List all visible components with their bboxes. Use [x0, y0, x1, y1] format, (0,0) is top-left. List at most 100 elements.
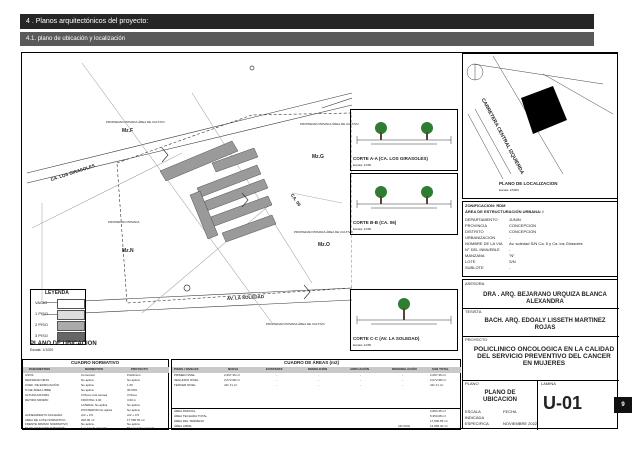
legend-title: LEYENDA: [45, 290, 69, 296]
total-label: ÁREA LIBRE: [174, 424, 192, 428]
section-header: 4 . Planos arquitectónicos del proyecto:: [20, 14, 594, 29]
table-cell: -: [318, 383, 319, 387]
zoning-key: DEPARTAMENTO: [465, 217, 498, 222]
table-cell: LATERAL No aplica: [81, 403, 108, 407]
property-note: PROPIEDAD PRIVADA ÁREA DE CULTIVO: [106, 120, 165, 124]
table-header: REMODELACIÓN: [392, 367, 417, 371]
property-note: PROPIEDAD PRIVADA ÁREA DE CULTIVO: [294, 230, 353, 234]
zoning-value: S/N: [509, 259, 516, 264]
table-cell: FRONTAL 3.00: [81, 398, 102, 402]
legend-item: 3 PISO: [35, 333, 48, 338]
legend-swatch-2piso: [57, 321, 85, 331]
zoning-value: JUNIN: [509, 217, 521, 222]
table-cell: 1.60: [127, 383, 133, 387]
table-cell: DENSIDAD NETA: [25, 378, 50, 382]
table-cell: -: [276, 383, 277, 387]
total-value: 5,350.08 m²: [430, 414, 447, 418]
table-cell: -: [402, 373, 403, 377]
cuadro-normativo-title: CUADRO NORMATIVO: [71, 360, 120, 365]
table-cell: Policlínico: [127, 373, 141, 377]
cuadro-normativo: CUADRO NORMATIVO PARAMETROS NORMATIVO PR…: [22, 359, 169, 430]
location-plan-drawing: [466, 55, 614, 180]
escala-label: ESCALA: [465, 409, 481, 414]
table-cell: 1 por cada vivienda: [81, 426, 108, 430]
zoning-value: -: [509, 247, 511, 252]
property-note: PROPIEDAD PRIVADA: [108, 220, 140, 224]
table-cell: 411.71 m²: [224, 383, 238, 387]
table-header: PISOS / NIVELES: [174, 367, 199, 371]
legend: LEYENDA VACIO 1 PISO 2 PISO 3 PISO: [30, 289, 86, 345]
zoning-value: Av. soledad S/N Ca. 5 y Ca. los Girasole…: [509, 241, 583, 246]
location-scale: Escala: 1/5000: [499, 188, 519, 192]
table-header: NUEVA: [228, 367, 239, 371]
table-cell: N° DE ESTACIONAMIENTOS: [25, 426, 65, 430]
proyecto-name: POLICLINICO ONCOLOGICA EN LA CALIDAD DEL…: [473, 346, 615, 368]
fecha-label: FECHA: [503, 409, 517, 414]
zoning-key: URBANIZACION: [465, 235, 496, 240]
site-plan-title: PLANO DE UBICACION: [30, 341, 97, 347]
table-header: AMPLIACIÓN: [350, 367, 369, 371]
total-label: ÁREA PARCIAL: [174, 409, 196, 413]
section-a-a-scale: Escala: 1/250: [353, 163, 372, 167]
table-cell: 411.71 m²: [430, 383, 444, 387]
table-header: PROYECTO: [131, 367, 148, 371]
zoning-value: "N": [509, 253, 515, 258]
lot-label-g: Mz.G: [312, 154, 324, 160]
table-cell: 30.00%: [127, 388, 138, 392]
credits-panel: ASESORA DRA . ARQ. BEJARANO URQUIZA BLAN…: [462, 279, 619, 430]
page-number: 9: [614, 397, 632, 413]
zoning-key: LOTE: [465, 259, 476, 264]
total-value: 14,896.30 m²: [430, 424, 448, 428]
zoning-value: CONCEPCION: [509, 229, 537, 234]
table-header: NORMATIVO: [85, 367, 104, 371]
table-cell: 2,072.98 m²: [430, 378, 447, 382]
table-cell: -: [318, 378, 319, 382]
table-cell: No aplica: [127, 378, 140, 382]
location-plan: CARRETERA CENTRAL IZQUIERDA PLANO DE LOC…: [462, 53, 618, 199]
total-label: ÁREA DEL TERRENO: [174, 419, 205, 423]
table-cell: 3.00 m: [127, 398, 137, 402]
table-header: SUB TOTAL: [432, 367, 449, 371]
lamina-code: U-01: [543, 393, 583, 413]
legend-item: 2 PISO: [35, 322, 48, 327]
zoning-value: CONCEPCION: [509, 223, 537, 228]
lot-label-f: Mz.F: [122, 128, 134, 134]
legend-item: VACIO: [35, 300, 48, 305]
table-cell: COEF. DE EDIFICACIÓN: [25, 383, 60, 387]
section-c-c-title: CORTE C-C (AV. LA SOLEDAD): [353, 336, 420, 341]
asesora-label: ASESORA: [465, 281, 485, 286]
lot-label-n: Mz.N: [122, 248, 134, 254]
section-a-a: CORTE A-A (CA. LOS GIRASOLES) Escala: 1/…: [350, 109, 458, 171]
section-b-b-title: CORTE B-B (CA. 06): [353, 220, 397, 225]
table-cell: 2,697.36 m²: [430, 373, 447, 377]
table-cell: -: [360, 373, 361, 377]
table-cell: PRIMER NIVEL: [174, 373, 196, 377]
zoning-key: PROVINCIA: [465, 223, 488, 228]
section-a-a-drawing: [356, 122, 452, 145]
table-cell: USOS: [25, 373, 34, 377]
table-header: EXISTENTE: [266, 367, 283, 371]
table-cell: No aplica: [81, 378, 94, 382]
table-cell: 3 Pisos más azotea: [81, 393, 108, 397]
zoning-key: SUBLOTE: [465, 265, 484, 270]
escala-value: INDICADA: [465, 415, 485, 420]
cuadro-areas: CUADRO DE ÁREAS (m2) PISOS / NIVELES NUE…: [171, 359, 461, 430]
asesora-name: DRA . ARQ. BEJARANO URQUIZA BLANCA ALEXA…: [483, 292, 607, 305]
zoning-key: MANZANA: [465, 253, 485, 258]
table-cell: POSTERIOR No aplica: [81, 408, 113, 412]
tesista-label: TESISTA: [465, 309, 482, 314]
lamina-label: LAMINA: [541, 381, 556, 386]
legend-swatch-vacio: [57, 299, 85, 309]
table-cell: -: [276, 373, 277, 377]
cuadro-areas-title: CUADRO DE ÁREAS (m2): [284, 360, 340, 365]
table-cell: -: [360, 383, 361, 387]
section-b-b-drawing: [356, 186, 452, 209]
zoning-title: ZONIFICACION: RDM: [465, 203, 506, 208]
table-cell: SEGUNDO NIVEL: [174, 378, 199, 382]
table-cell: Comercial: [81, 373, 95, 377]
zoning-value: -: [509, 265, 511, 270]
zoning-key: DISTRITO: [465, 229, 484, 234]
plano-label: PLANO: [465, 381, 479, 386]
plano-name: PLANO DE UBICACION: [483, 390, 517, 403]
legend-swatch-1piso: [57, 310, 85, 320]
